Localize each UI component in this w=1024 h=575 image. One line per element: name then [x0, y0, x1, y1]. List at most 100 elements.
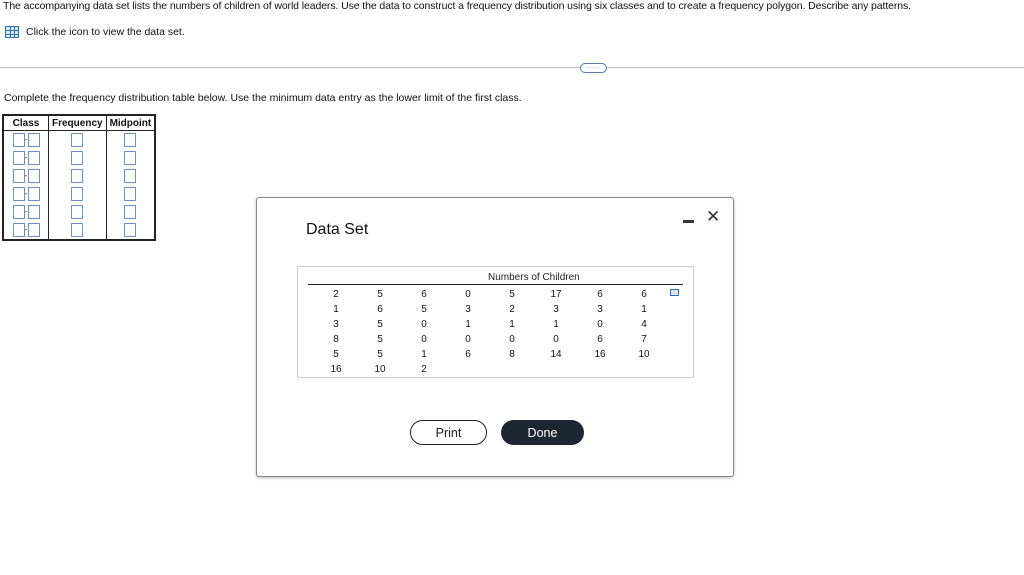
header-class: Class	[2, 114, 49, 131]
class-lower-input[interactable]	[12, 222, 25, 237]
frequency-row: -	[2, 185, 156, 203]
data-value: 0	[421, 334, 427, 345]
class-lower-input[interactable]	[12, 204, 25, 219]
frequency-cell	[48, 167, 107, 185]
class-cell: -	[2, 149, 49, 167]
data-value: 3	[553, 304, 559, 315]
data-value: 7	[641, 334, 647, 345]
data-column: 5 2 1 0 8	[490, 287, 534, 377]
frequency-input[interactable]	[71, 168, 84, 183]
data-column: 0 3 1 0 6	[446, 287, 490, 377]
close-icon[interactable]: ✕	[706, 207, 720, 227]
data-value: 2	[509, 304, 515, 315]
data-value: 10	[638, 349, 650, 360]
question-prompt: The accompanying data set lists the numb…	[3, 0, 912, 12]
data-value: 0	[509, 334, 515, 345]
dataset-link[interactable]: Click the icon to view the data set.	[5, 26, 185, 38]
data-columns: 2 1 3 8 5 16 5 6 5 5 5 10 6 5 0 0 1 2 0 3 1 0 6 5 2 1 0 8 17 3 1 0 14 6 3 0…	[314, 287, 666, 377]
frequency-table: Class Frequency Midpoint ------	[2, 114, 157, 241]
midpoint-input[interactable]	[124, 204, 137, 219]
midpoint-cell	[105, 130, 156, 149]
data-value: 6	[421, 289, 427, 300]
midpoint-cell	[105, 203, 156, 221]
frequency-row: -	[2, 130, 156, 149]
class-cell: -	[2, 130, 49, 149]
header-midpoint: Midpoint	[105, 114, 156, 131]
data-value: 17	[550, 289, 562, 300]
midpoint-input[interactable]	[124, 168, 137, 183]
data-value: 16	[330, 364, 342, 375]
data-column: 2 1 3 8 5 16	[314, 287, 358, 377]
data-value: 1	[641, 304, 647, 315]
data-value: 3	[333, 319, 339, 330]
done-button[interactable]: Done	[501, 420, 584, 445]
class-upper-input[interactable]	[27, 150, 40, 165]
midpoint-input[interactable]	[124, 186, 137, 201]
minimize-icon[interactable]	[683, 220, 694, 223]
data-column: 17 3 1 0 14	[534, 287, 578, 377]
data-value: 1	[465, 319, 471, 330]
class-upper-input[interactable]	[27, 204, 40, 219]
class-upper-input[interactable]	[27, 132, 40, 147]
class-upper-input[interactable]	[27, 222, 40, 237]
class-cell: -	[2, 185, 49, 203]
midpoint-input[interactable]	[124, 132, 137, 147]
data-value: 0	[553, 334, 559, 345]
midpoint-cell	[105, 185, 156, 203]
data-value: 2	[421, 364, 427, 375]
frequency-cell	[48, 185, 107, 203]
class-upper-input[interactable]	[27, 168, 40, 183]
midpoint-cell	[105, 149, 156, 167]
midpoint-cell	[105, 221, 156, 240]
class-lower-input[interactable]	[12, 132, 25, 147]
data-value: 6	[641, 289, 647, 300]
data-column: 6 5 0 0 1 2	[402, 287, 446, 377]
data-value: 10	[374, 364, 386, 375]
copy-data-icon[interactable]	[670, 289, 679, 296]
data-value: 5	[333, 349, 339, 360]
data-value: 6	[597, 289, 603, 300]
class-lower-input[interactable]	[12, 168, 25, 183]
section-divider	[0, 67, 1024, 68]
class-cell: -	[2, 167, 49, 185]
frequency-input[interactable]	[71, 186, 84, 201]
expand-button[interactable]: .....	[580, 63, 607, 73]
frequency-row: -	[2, 149, 156, 167]
data-value: 4	[641, 319, 647, 330]
frequency-cell	[48, 130, 107, 149]
frequency-row: -	[2, 221, 156, 240]
frequency-input[interactable]	[71, 150, 84, 165]
data-value: 5	[509, 289, 515, 300]
class-lower-input[interactable]	[12, 186, 25, 201]
data-value: 8	[509, 349, 515, 360]
data-value: 1	[553, 319, 559, 330]
frequency-row: -	[2, 167, 156, 185]
frequency-input[interactable]	[71, 204, 84, 219]
data-value: 1	[333, 304, 339, 315]
data-value: 16	[594, 349, 606, 360]
data-value: 8	[333, 334, 339, 345]
midpoint-input[interactable]	[124, 222, 137, 237]
frequency-cell	[48, 149, 107, 167]
frequency-row: -	[2, 203, 156, 221]
frequency-input[interactable]	[71, 132, 84, 147]
data-column: 5 6 5 5 5 10	[358, 287, 402, 377]
table-instruction: Complete the frequency distribution tabl…	[4, 92, 522, 104]
dialog-title: Data Set	[306, 221, 369, 238]
data-panel: Numbers of Children 2 1 3 8 5 16 5 6 5 5 5 10 6 5 0 0 1 2…	[297, 266, 694, 378]
data-value: 5	[377, 334, 383, 345]
print-button[interactable]: Print	[410, 420, 487, 445]
data-set-dialog: Data Set ✕ Numbers of Children 2 1 3 8 5 16 5 6…	[256, 197, 734, 477]
class-lower-input[interactable]	[12, 150, 25, 165]
data-value: 5	[377, 289, 383, 300]
data-value: 2	[333, 289, 339, 300]
data-value: 5	[377, 319, 383, 330]
data-value: 0	[465, 334, 471, 345]
midpoint-input[interactable]	[124, 150, 137, 165]
class-upper-input[interactable]	[27, 186, 40, 201]
data-table-caption: Numbers of Children	[488, 272, 580, 283]
frequency-input[interactable]	[71, 222, 84, 237]
frequency-cell	[48, 203, 107, 221]
class-cell: -	[2, 221, 49, 240]
data-table-icon[interactable]	[5, 26, 19, 38]
